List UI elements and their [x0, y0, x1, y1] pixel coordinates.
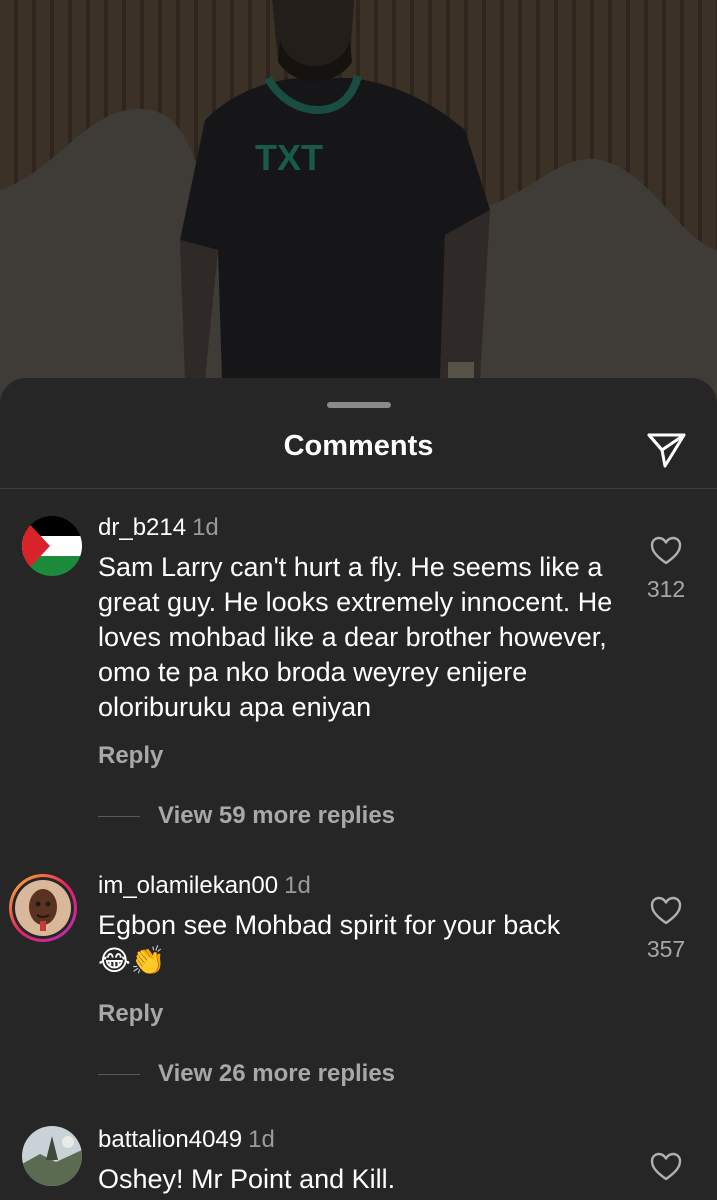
sheet-grabber-handle[interactable]	[327, 402, 391, 408]
background-post-photo: TXT	[0, 0, 717, 420]
header-divider	[0, 488, 717, 489]
comment-time: 1d	[284, 872, 311, 899]
avatar[interactable]	[22, 1126, 82, 1186]
comment-text-body: Egbon see Mohbad spirit for your back	[98, 910, 561, 940]
screen: TXT Comments dr_b214 1d Sam Larry can't …	[0, 0, 717, 1200]
heart-outline-icon	[650, 896, 682, 925]
replies-line	[98, 1073, 140, 1075]
landscape-photo-avatar	[22, 1126, 82, 1186]
heart-outline-icon	[650, 536, 682, 565]
comment-header: battalion4049 1d	[98, 1126, 275, 1154]
comment-item: im_olamilekan00 1d Egbon see Mohbad spiri…	[0, 872, 717, 1092]
like-button[interactable]: 357	[640, 896, 692, 963]
comment-item: dr_b214 1d Sam Larry can't hurt a fly. He…	[0, 514, 717, 834]
comment-header: dr_b214 1d	[98, 514, 219, 542]
comment-item: battalion4049 1d Oshey! Mr Point and Kill…	[0, 1126, 717, 1200]
share-button[interactable]	[644, 428, 688, 472]
view-replies-label: View 59 more replies	[158, 802, 396, 829]
comment-text: Sam Larry can't hurt a fly. He seems lik…	[98, 552, 613, 722]
person-photo-avatar	[12, 877, 74, 939]
like-button[interactable]	[640, 1152, 692, 1182]
comment-emojis: 😂👏	[98, 945, 166, 976]
comment-text: Oshey! Mr Point and Kill.	[98, 1164, 396, 1194]
replies-line	[98, 815, 140, 817]
heart-outline-icon	[650, 1152, 682, 1181]
sheet-title: Comments	[283, 430, 434, 462]
palestine-flag-avatar	[22, 516, 82, 576]
paper-plane-icon	[647, 433, 686, 468]
view-replies-button[interactable]: View 26 more replies	[98, 1060, 395, 1088]
comment-username[interactable]: dr_b214	[98, 514, 186, 541]
comment-username[interactable]: battalion4049	[98, 1126, 242, 1153]
like-count: 312	[646, 576, 686, 602]
avatar[interactable]	[22, 516, 82, 576]
comment-header: im_olamilekan00 1d	[98, 872, 311, 900]
comment-time: 1d	[248, 1126, 275, 1153]
like-count: 357	[646, 936, 686, 962]
comment-text: Egbon see Mohbad spirit for your back 😂👏	[98, 908, 618, 979]
view-replies-button[interactable]: View 59 more replies	[98, 802, 395, 830]
comment-username[interactable]: im_olamilekan00	[98, 872, 278, 899]
comment-time: 1d	[192, 514, 219, 541]
view-replies-label: View 26 more replies	[158, 1060, 396, 1087]
comments-sheet: Comments dr_b214 1d Sam Larry can't hurt…	[0, 378, 717, 1200]
like-button[interactable]: 312	[640, 536, 692, 603]
reply-button[interactable]: Reply	[98, 1000, 163, 1028]
avatar[interactable]	[9, 874, 77, 942]
photo-dim-overlay	[0, 0, 717, 420]
reply-button[interactable]: Reply	[98, 742, 163, 770]
